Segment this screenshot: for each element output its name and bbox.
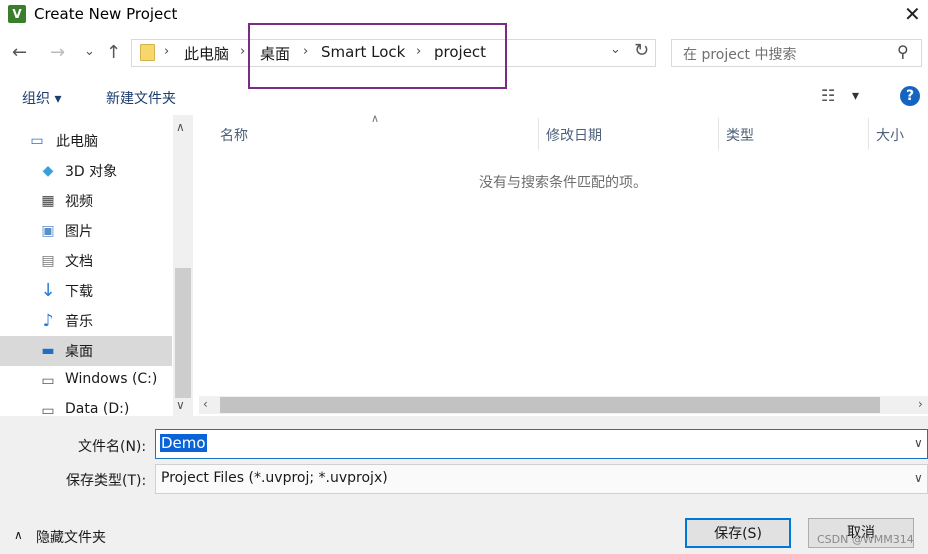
empty-message: 没有与搜索条件匹配的项。 (479, 175, 647, 191)
search-placeholder: 在 project 中搜索 (683, 47, 797, 63)
computer-icon: ▭ (30, 133, 44, 149)
nav-item-drive-d[interactable]: ▭ Data (D:) (0, 396, 172, 416)
nav-item-label: 图片 (65, 224, 93, 240)
scroll-right-icon[interactable]: › (918, 397, 923, 411)
organize-button[interactable]: 组织 ▾ (22, 88, 61, 108)
view-dropdown-icon[interactable]: ▾ (852, 88, 859, 104)
breadcrumb-separator[interactable]: › (240, 44, 245, 59)
scroll-down-icon[interactable]: ∨ (176, 398, 185, 412)
recent-locations-icon[interactable]: ⌄ (84, 44, 95, 59)
app-icon: V (8, 5, 26, 23)
refresh-icon[interactable]: ↻ (634, 40, 649, 61)
filetype-dropdown-icon[interactable]: ∨ (914, 471, 923, 485)
column-divider[interactable] (718, 118, 719, 150)
column-header-name[interactable]: 名称 (220, 125, 248, 145)
watermark: CSDN @WMM314 (817, 533, 914, 546)
documents-icon: ▤ (41, 253, 55, 269)
drive-c-icon: ▭ (41, 373, 55, 389)
scroll-left-icon[interactable]: ‹ (203, 397, 208, 411)
filename-dropdown-icon[interactable]: ∨ (914, 436, 923, 450)
help-icon[interactable]: ? (900, 86, 920, 106)
save-button[interactable]: 保存(S) (685, 518, 791, 548)
column-header-size[interactable]: 大小 (876, 125, 904, 145)
breadcrumb-this-pc[interactable]: 此电脑 (184, 43, 229, 64)
column-divider[interactable] (538, 118, 539, 150)
3d-objects-icon: ◆ (42, 163, 54, 179)
nav-item-label: 视频 (65, 194, 93, 210)
video-icon: ▦ (41, 193, 55, 209)
nav-item-label: Windows (C:) (65, 371, 158, 387)
horizontal-scrollbar-thumb[interactable] (220, 397, 880, 413)
scroll-up-icon[interactable]: ∧ (176, 120, 185, 134)
folder-icon (140, 44, 155, 61)
up-arrow-icon[interactable]: ↑ (106, 42, 121, 63)
pictures-icon: ▣ (41, 223, 55, 239)
new-folder-button[interactable]: 新建文件夹 (106, 88, 176, 108)
filename-label: 文件名(N): (78, 439, 147, 455)
nav-item-desktop[interactable]: ▬ 桌面 (0, 336, 172, 366)
nav-item-label: 音乐 (65, 314, 93, 330)
file-list (193, 115, 928, 416)
navigation-pane: ▭ 此电脑 ◆ 3D 对象 ▦ 视频 ▣ 图片 ▤ 文档 ↓ 下载 ♪ 音乐 ▬… (0, 115, 193, 416)
close-icon[interactable]: ✕ (904, 2, 921, 26)
music-icon: ♪ (42, 311, 54, 331)
filetype-value[interactable]: Project Files (*.uvproj; *.uvprojx) (161, 470, 388, 486)
nav-item-label: 下载 (65, 284, 93, 300)
drive-d-icon: ▭ (41, 403, 55, 416)
chevron-up-icon[interactable]: ∧ (14, 528, 23, 542)
column-divider[interactable] (868, 118, 869, 150)
download-icon: ↓ (40, 280, 56, 301)
nav-item-documents[interactable]: ▤ 文档 (0, 246, 172, 276)
filename-input[interactable] (155, 429, 928, 459)
filename-value[interactable]: Demo (160, 434, 207, 452)
nav-item-label: Data (D:) (65, 401, 130, 416)
column-header-type[interactable]: 类型 (726, 125, 754, 145)
breadcrumb-separator[interactable]: › (164, 44, 169, 59)
back-arrow-icon[interactable]: ← (12, 42, 27, 63)
search-icon[interactable]: ⚲ (897, 42, 909, 61)
nav-scrollbar-thumb[interactable] (175, 268, 191, 398)
nav-item-label: 文档 (65, 254, 93, 270)
view-options-icon[interactable]: ☷ (821, 86, 835, 105)
address-dropdown-icon[interactable]: ⌄ (610, 42, 621, 57)
forward-arrow-icon[interactable]: → (50, 42, 65, 63)
desktop-icon: ▬ (41, 343, 55, 359)
nav-item-label: 此电脑 (56, 134, 98, 150)
annotation-highlight-box (248, 23, 507, 89)
window-title: Create New Project (34, 5, 178, 23)
nav-item-label: 3D 对象 (65, 164, 118, 180)
filetype-label: 保存类型(T): (66, 473, 147, 489)
nav-item-pictures[interactable]: ▣ 图片 (0, 216, 172, 246)
nav-item-drive-c[interactable]: ▭ Windows (C:) (0, 366, 172, 396)
nav-item-3d-objects[interactable]: ◆ 3D 对象 (0, 156, 172, 186)
nav-item-label: 桌面 (65, 344, 93, 360)
nav-item-music[interactable]: ♪ 音乐 (0, 306, 172, 336)
sort-ascending-icon: ∧ (371, 112, 380, 125)
nav-item-video[interactable]: ▦ 视频 (0, 186, 172, 216)
hide-folders-toggle[interactable]: 隐藏文件夹 (36, 527, 106, 547)
nav-item-downloads[interactable]: ↓ 下载 (0, 276, 172, 306)
column-header-date[interactable]: 修改日期 (546, 125, 602, 145)
nav-item-this-pc[interactable]: ▭ 此电脑 (0, 126, 172, 156)
